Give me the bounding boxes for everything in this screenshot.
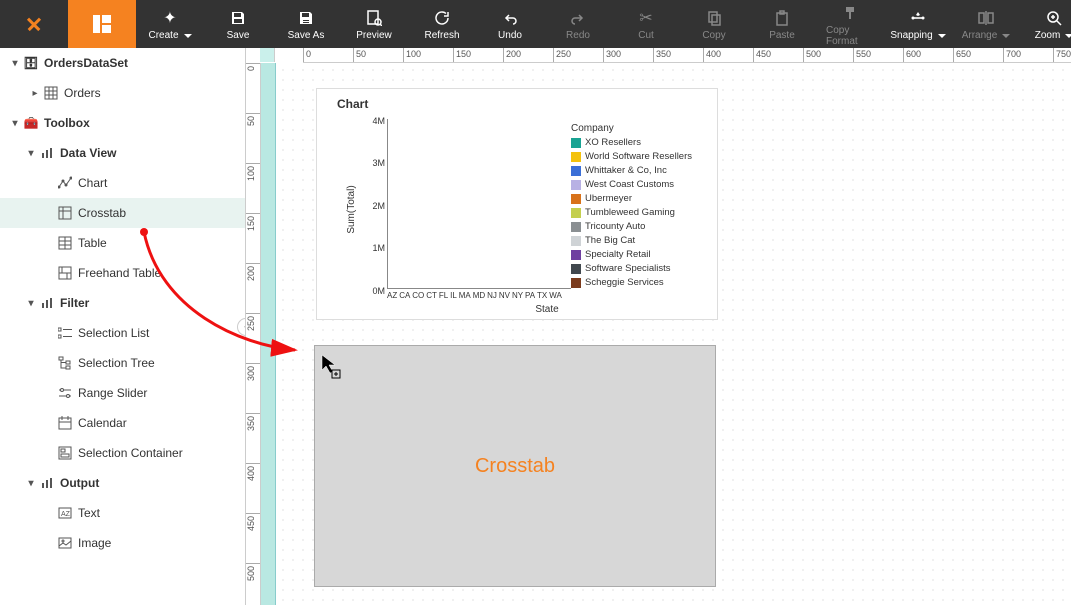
tree-node-calendar[interactable]: Calendar [0,408,245,438]
calendar-icon [56,414,74,432]
tree-panel: ▾🗄OrdersDataSet ▸Orders ▾🧰Toolbox ▾Data … [0,48,245,605]
refresh-button[interactable]: Refresh [408,0,476,48]
tree-node-crosstab[interactable]: Crosstab [0,198,245,228]
table-icon [56,234,74,252]
tree-node-chart[interactable]: Chart [0,168,245,198]
tree-node-selectionlist[interactable]: Selection List [0,318,245,348]
cut-button[interactable]: ✂Cut [612,0,680,48]
copy-format-button[interactable]: Copy Format [816,0,884,48]
svg-text:AZ: AZ [61,511,71,518]
selectionlist-icon [56,324,74,342]
dataview-icon [38,144,56,162]
paste-button[interactable]: Paste [748,0,816,48]
snapping-button[interactable]: Snapping [884,0,952,48]
y-axis: Sum(Total) 0M1M2M3M4M [337,119,387,289]
table-icon [42,84,60,102]
chart-component[interactable]: Chart Sum(Total) 0M1M2M3M4M [316,88,718,320]
tree-node-selcontainer[interactable]: Selection Container [0,438,245,468]
vertical-ruler: 050100150200250300350400450500550600 [246,63,261,605]
tree-node-dataset[interactable]: ▾🗄OrdersDataSet [0,48,245,78]
tree-node-freehand[interactable]: Freehand Table [0,258,245,288]
copy-button[interactable]: Copy [680,0,748,48]
horizontal-ruler: 0501001502002503003504004505005506006507… [303,48,1071,63]
app-logo[interactable] [0,0,68,48]
arrange-button[interactable]: Arrange [952,0,1020,48]
filter-icon [38,294,56,312]
dataset-icon: 🗄 [22,54,40,72]
tree-node-filter[interactable]: ▾Filter [0,288,245,318]
preview-button[interactable]: Preview [340,0,408,48]
selectiontree-icon [56,354,74,372]
tree-node-rangeslider[interactable]: Range Slider [0,378,245,408]
zoom-button[interactable]: Zoom [1020,0,1071,48]
canvas: 0501001502002503003504004505005506006507… [246,48,1071,605]
sidebar: ▾🗄OrdersDataSet ▸Orders ▾🧰Toolbox ▾Data … [0,48,246,605]
toolbox-icon: 🧰 [22,114,40,132]
chart-legend: Company XO ResellersWorld Software Resel… [571,123,709,290]
selcontainer-icon [56,444,74,462]
tree-node-toolbox[interactable]: ▾🧰Toolbox [0,108,245,138]
crosstab-drop-placeholder[interactable]: Crosstab [314,345,716,587]
tree-node-table[interactable]: Table [0,228,245,258]
layout-panel-button[interactable] [68,0,136,48]
chart-title: Chart [317,89,717,111]
text-icon: AZ [56,504,74,522]
crosstab-placeholder-label: Crosstab [475,455,555,478]
redo-button[interactable]: Redo [544,0,612,48]
tree-node-orders[interactable]: ▸Orders [0,78,245,108]
top-toolbar: ✦Create Save Save As Preview Refresh Und… [0,0,1071,48]
tree-node-dataview[interactable]: ▾Data View [0,138,245,168]
save-as-button[interactable]: Save As [272,0,340,48]
freehand-icon [56,264,74,282]
row-header[interactable] [261,63,276,605]
tree-node-output[interactable]: ▾Output [0,468,245,498]
save-button[interactable]: Save [204,0,272,48]
tree-node-text[interactable]: AZText [0,498,245,528]
ruler-corner [260,48,275,62]
x-axis: AZCACOCTFLILMAMDNJNVNYPATXWA State [387,291,707,317]
chart-icon [56,174,74,192]
rangeslider-icon [56,384,74,402]
worksurface[interactable]: Chart Sum(Total) 0M1M2M3M4M [276,63,1071,605]
create-button[interactable]: ✦Create [136,0,204,48]
undo-button[interactable]: Undo [476,0,544,48]
output-icon [38,474,56,492]
tree-node-image[interactable]: Image [0,528,245,558]
tree-node-selectiontree[interactable]: Selection Tree [0,348,245,378]
image-icon [56,534,74,552]
crosstab-icon [56,204,74,222]
